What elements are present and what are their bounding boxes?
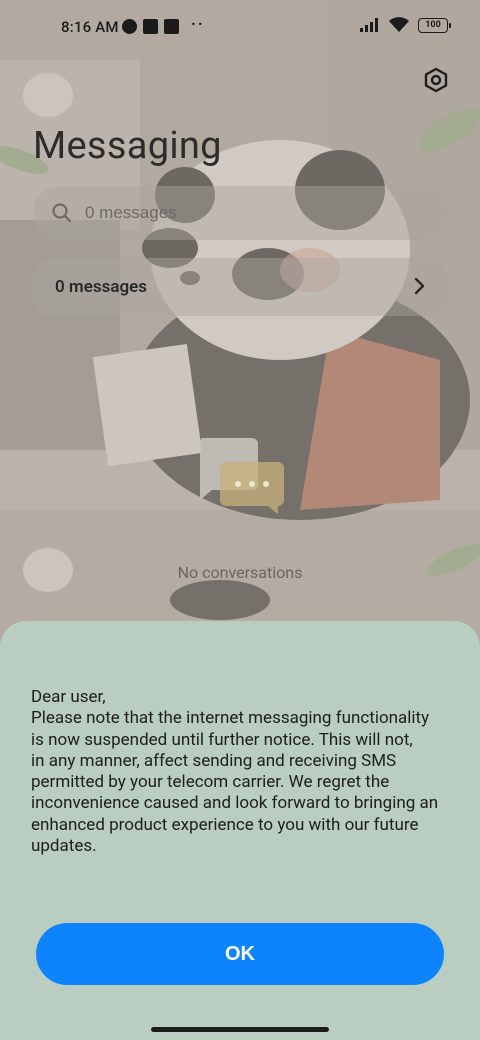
dialog-line: Please note that the internet messaging … xyxy=(31,708,430,729)
signal-icon xyxy=(360,18,378,32)
settings-hexagon-icon xyxy=(424,67,448,93)
battery-icon: 100 xyxy=(418,17,451,33)
messages-summary-row[interactable]: 0 messages xyxy=(33,258,447,316)
upload-notification-icon xyxy=(164,19,179,34)
square-notification-icon xyxy=(143,19,158,34)
dialog-greeting: Dear user, xyxy=(31,687,106,707)
dialog-line: enhanced product experience to you with … xyxy=(31,814,419,835)
status-time: 8:16 AM xyxy=(61,18,119,36)
dialog-line: in any manner, affect sending and receiv… xyxy=(31,750,397,771)
wifi-icon xyxy=(389,17,409,32)
page-title: Messaging xyxy=(33,124,222,168)
chevron-right-icon xyxy=(414,277,425,295)
messages-count-label: 0 messages xyxy=(55,277,148,297)
search-icon xyxy=(52,203,72,223)
app-notification-icon xyxy=(122,19,137,34)
dialog-line: inconvenience caused and look forward to… xyxy=(31,793,439,814)
ok-button[interactable]: OK xyxy=(36,923,444,985)
home-indicator[interactable] xyxy=(151,1027,329,1032)
status-bar: 8:16 AM ·· 100 xyxy=(0,0,480,56)
settings-button[interactable] xyxy=(420,64,452,96)
system-icons: 100 xyxy=(360,17,451,33)
dialog-line: updates. xyxy=(31,836,97,857)
notice-dialog: Dear user, Please note that the internet… xyxy=(0,621,480,1040)
notification-icons: ·· xyxy=(122,14,205,34)
empty-state-text: No conversations xyxy=(177,563,303,582)
search-input[interactable] xyxy=(85,203,405,223)
dialog-message: Dear user, Please note that the internet… xyxy=(31,687,461,857)
search-bar[interactable] xyxy=(33,186,447,240)
dialog-line: permitted by your telecom carrier. We re… xyxy=(31,772,390,793)
more-notifications-icon: ·· xyxy=(191,14,205,33)
empty-conversation-icon xyxy=(199,438,284,514)
dialog-line: is now suspended until further notice. T… xyxy=(31,729,413,750)
